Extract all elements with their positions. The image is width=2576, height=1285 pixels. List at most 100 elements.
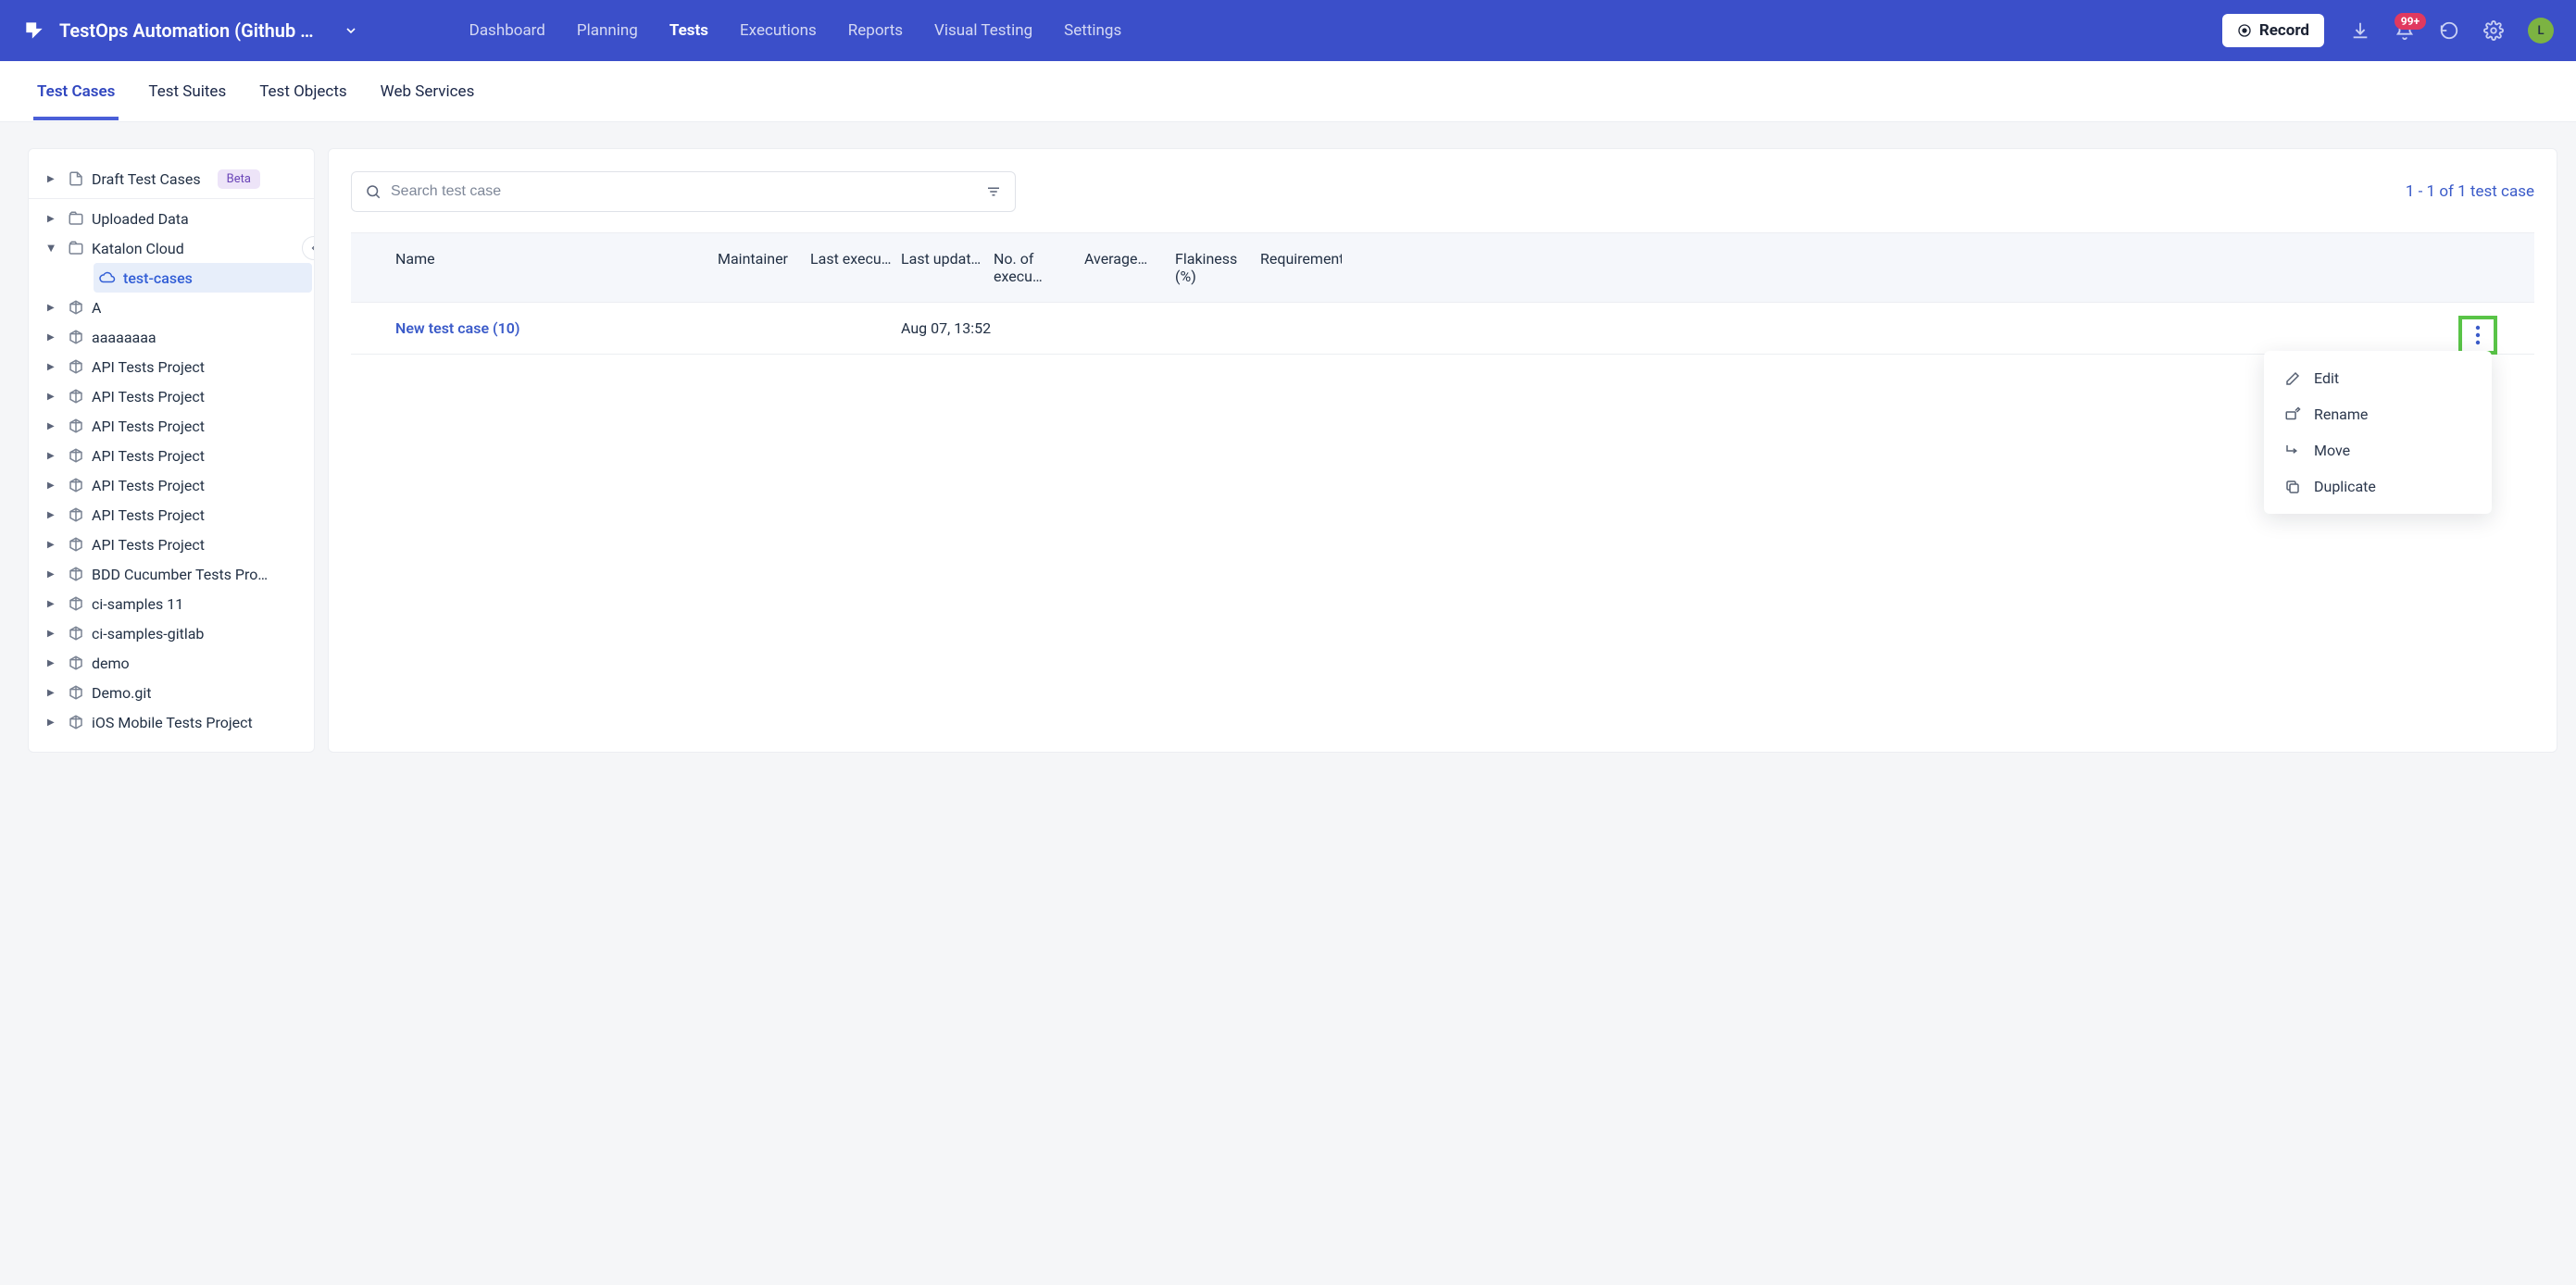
th-name[interactable]: Name xyxy=(395,250,718,285)
tree-label: A xyxy=(92,299,101,317)
th-last-updated[interactable]: Last updat… xyxy=(901,250,994,285)
th-requirements[interactable]: Requirements xyxy=(1260,250,1342,285)
box-icon xyxy=(68,655,84,671)
tree-label: Uploaded Data xyxy=(92,210,189,228)
tree-label: Katalon Cloud xyxy=(92,240,184,257)
caret-icon[interactable]: ▶ xyxy=(47,214,55,224)
box-icon xyxy=(68,536,84,553)
tree-label: Draft Test Cases xyxy=(92,170,201,188)
caret-icon[interactable]: ▶ xyxy=(47,629,55,639)
tab-test-suites[interactable]: Test Suites xyxy=(148,64,226,119)
caret-icon[interactable]: ▶ xyxy=(47,303,55,313)
caret-icon[interactable]: ▶ xyxy=(47,540,55,550)
avatar-initial: L xyxy=(2537,24,2544,38)
box-icon xyxy=(68,714,84,730)
tree-folder[interactable]: ▶API Tests Project xyxy=(68,500,306,530)
cell-last-exec xyxy=(810,319,901,337)
box-icon xyxy=(68,566,84,582)
th-last-executed[interactable]: Last execu… xyxy=(810,250,901,285)
tree-folder[interactable]: ▶aaaaaaaa xyxy=(68,322,306,352)
nav-reports[interactable]: Reports xyxy=(848,21,903,40)
menu-rename[interactable]: Rename xyxy=(2264,396,2492,432)
tree-katalon-cloud[interactable]: ▶ Katalon Cloud xyxy=(68,233,306,263)
tree-folder[interactable]: ▶Demo.git xyxy=(68,678,306,707)
tree-folder[interactable]: ▶ci-samples 11 xyxy=(68,589,306,618)
search-input-wrap[interactable] xyxy=(351,171,1016,212)
cell-no-exec xyxy=(994,319,1084,337)
caret-icon[interactable]: ▶ xyxy=(47,688,55,698)
caret-icon[interactable]: ▶ xyxy=(47,392,55,402)
project-switcher[interactable]: TestOps Automation (Github … xyxy=(22,19,358,43)
user-avatar[interactable]: L xyxy=(2528,18,2554,44)
record-button[interactable]: Record xyxy=(2222,14,2324,47)
caret-icon[interactable]: ▶ xyxy=(47,362,55,372)
tree-folder[interactable]: ▶API Tests Project xyxy=(68,441,306,470)
tree-uploaded-data[interactable]: ▶ Uploaded Data xyxy=(68,204,306,233)
tab-web-services[interactable]: Web Services xyxy=(381,64,475,119)
tree-folder[interactable]: ▶API Tests Project xyxy=(68,381,306,411)
tree-folder[interactable]: ▶A xyxy=(68,293,306,322)
tree-folder[interactable]: ▶API Tests Project xyxy=(68,470,306,500)
tree-test-cases-folder[interactable]: test-cases xyxy=(94,263,312,293)
caret-icon[interactable]: ▶ xyxy=(47,510,55,520)
caret-icon[interactable]: ▶ xyxy=(47,599,55,609)
upload-folder-icon xyxy=(68,210,84,227)
menu-label: Rename xyxy=(2314,405,2368,423)
caret-icon[interactable]: ▶ xyxy=(47,174,55,184)
tree-folder[interactable]: ▶BDD Cucumber Tests Pro… xyxy=(68,559,306,589)
download-icon[interactable] xyxy=(2350,20,2370,41)
caret-icon[interactable]: ▶ xyxy=(47,480,55,491)
menu-duplicate[interactable]: Duplicate xyxy=(2264,468,2492,505)
nav-tests[interactable]: Tests xyxy=(669,21,708,40)
nav-visual-testing[interactable]: Visual Testing xyxy=(934,21,1032,40)
tab-test-objects[interactable]: Test Objects xyxy=(259,64,346,119)
rename-icon xyxy=(2284,406,2301,423)
th-average[interactable]: Average… xyxy=(1084,250,1175,285)
filter-icon[interactable] xyxy=(985,183,1002,200)
th-no-executions[interactable]: No. of execu… xyxy=(994,250,1084,285)
nav-planning[interactable]: Planning xyxy=(577,21,638,40)
gear-icon[interactable] xyxy=(2483,20,2504,41)
caret-icon[interactable]: ▶ xyxy=(47,451,55,461)
chevron-left-icon xyxy=(308,243,315,254)
chevron-down-icon[interactable] xyxy=(344,23,358,38)
caret-icon[interactable]: ▶ xyxy=(47,569,55,580)
row-actions-button[interactable] xyxy=(2458,316,2497,355)
box-icon xyxy=(68,625,84,642)
th-maintainer[interactable]: Maintainer xyxy=(718,250,810,285)
nav-dashboard[interactable]: Dashboard xyxy=(469,21,545,40)
caret-icon[interactable]: ▶ xyxy=(47,717,55,728)
tab-test-cases[interactable]: Test Cases xyxy=(37,64,115,119)
menu-move[interactable]: Move xyxy=(2264,432,2492,468)
tree-draft-test-cases[interactable]: ▶ Draft Test Cases Beta xyxy=(68,164,306,193)
th-flakiness[interactable]: Flakiness (%) xyxy=(1175,250,1260,285)
box-icon xyxy=(68,358,84,375)
caret-icon[interactable]: ▶ xyxy=(47,332,55,343)
tree-folder[interactable]: ▶API Tests Project xyxy=(68,411,306,441)
menu-edit[interactable]: Edit xyxy=(2264,360,2492,396)
history-icon[interactable] xyxy=(2439,20,2459,41)
caret-icon[interactable]: ▶ xyxy=(47,658,55,668)
caret-icon[interactable]: ▶ xyxy=(47,421,55,431)
tree-folder[interactable]: ▶ci-samples-gitlab xyxy=(68,618,306,648)
bell-icon[interactable]: 99+ xyxy=(2395,20,2415,41)
tree-folder[interactable]: ▶API Tests Project xyxy=(68,530,306,559)
top-bar: TestOps Automation (Github … Dashboard P… xyxy=(0,0,2576,61)
folder-tree-sidebar: ▶ Draft Test Cases Beta ▶ Uploaded Data … xyxy=(28,148,315,753)
tree-label: iOS Mobile Tests Project xyxy=(92,714,253,731)
table-row[interactable]: New test case (10) Aug 07, 13:52 xyxy=(351,303,2534,355)
tree-label: API Tests Project xyxy=(92,506,205,524)
nav-executions[interactable]: Executions xyxy=(740,21,817,40)
tree-folder[interactable]: ▶API Tests Project xyxy=(68,352,306,381)
notification-badge: 99+ xyxy=(2395,13,2426,30)
tree-label: ci-samples-gitlab xyxy=(92,625,204,642)
test-case-link[interactable]: New test case (10) xyxy=(395,319,718,337)
nav-settings[interactable]: Settings xyxy=(1064,21,1121,40)
search-input[interactable] xyxy=(391,183,976,200)
box-icon xyxy=(68,329,84,345)
tree-folder[interactable]: ▶demo xyxy=(68,648,306,678)
tree-label: Demo.git xyxy=(92,684,151,702)
cloud-folder-icon xyxy=(68,240,84,256)
tree-folder[interactable]: ▶iOS Mobile Tests Project xyxy=(68,707,306,737)
caret-icon[interactable]: ▶ xyxy=(45,244,56,252)
